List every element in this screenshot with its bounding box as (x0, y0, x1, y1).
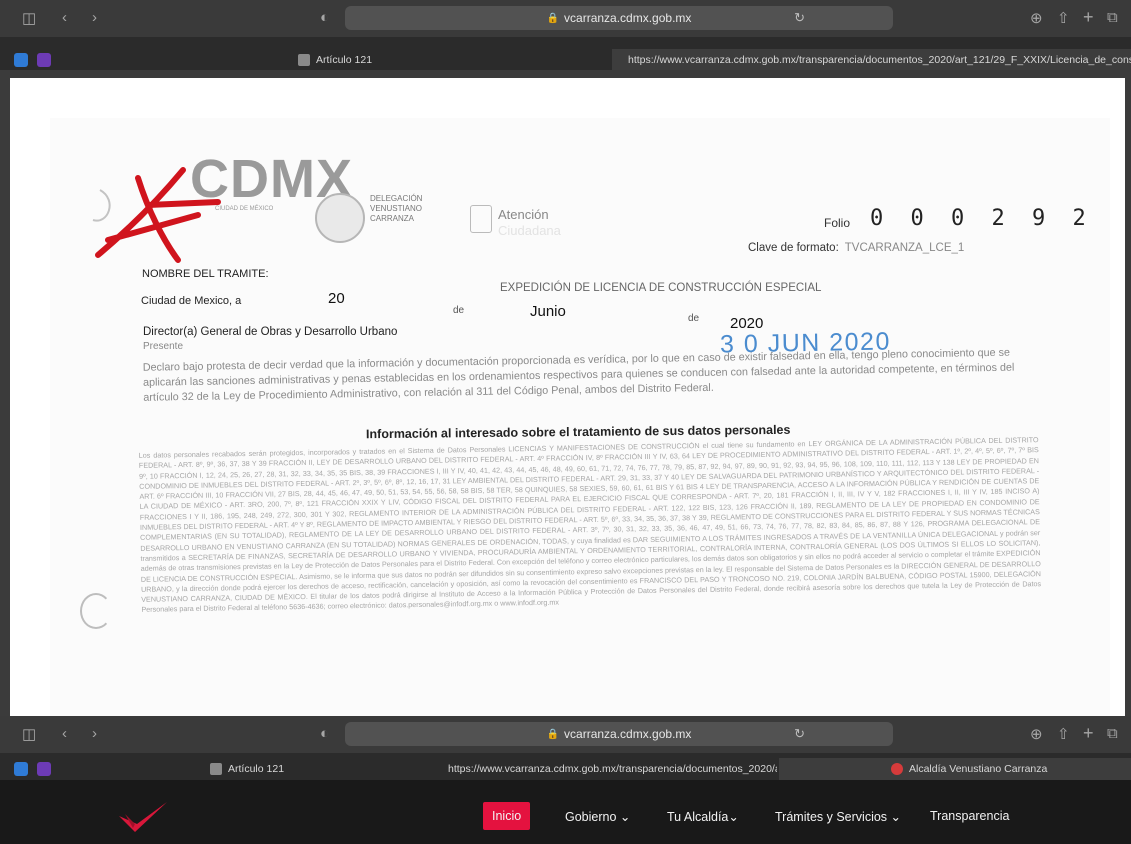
site-favicon-icon (891, 763, 903, 775)
tab-overview-icon[interactable]: ⧉ (1107, 9, 1118, 26)
date-de: de (453, 305, 465, 316)
sidebar-toggle-icon[interactable]: ◫ (22, 9, 36, 27)
nav-gobierno[interactable]: Gobierno ⌄ (565, 802, 630, 830)
privacy-shield-icon[interactable]: ◐ (320, 725, 329, 742)
page-favicon-icon (210, 763, 222, 775)
tab-label: Alcaldía Venustiano Carranza (909, 763, 1048, 775)
address-bar[interactable]: 🔒 vcarranza.cdmx.gob.mx ↻ (345, 6, 893, 30)
tab-articulo-121[interactable]: Artículo 121 (60, 758, 432, 780)
tramite-value: EXPEDICIÓN DE LICENCIA DE CONSTRUCCIÓN E… (500, 282, 822, 294)
tab-articulo-121[interactable]: Artículo 121 (60, 49, 610, 71)
back-icon[interactable]: ‹ (62, 725, 67, 742)
presente-text: Presente (143, 341, 184, 352)
ciudadana-text: Ciudadana (498, 223, 561, 238)
nav-inicio[interactable]: Inicio (483, 802, 531, 830)
clave-value: TVCARRANZA_LCE_1 (844, 242, 965, 254)
forward-icon[interactable]: › (92, 9, 97, 26)
back-icon[interactable]: ‹ (62, 9, 67, 26)
lock-icon: 🔒 (546, 728, 560, 740)
delegacion-seal-icon (315, 193, 365, 243)
date-month: Junio (530, 303, 566, 320)
clave-label: Clave de formato: (748, 242, 839, 254)
atencion-text: Atención (498, 207, 549, 222)
browser-toolbar-bottom: ◫ ‹ › ◐ 🔒 vcarranza.cdmx.gob.mx ↻ ⊕ ⇧ + … (0, 716, 1131, 753)
page-favicon-icon (298, 54, 310, 66)
new-tab-icon[interactable]: + (1083, 723, 1094, 744)
director-line: Director(a) General de Obras y Desarroll… (143, 326, 398, 338)
address-bar[interactable]: 🔒 vcarranza.cdmx.gob.mx ↻ (345, 722, 893, 746)
tab-label: https://www.vcarranza.cdmx.gob.mx/transp… (448, 763, 777, 775)
atencion-logo-icon (470, 205, 492, 233)
download-icon[interactable]: ⊕ (1030, 725, 1043, 743)
cdmx-logo-sub: CIUDAD DE MÉXICO (215, 206, 274, 212)
nav-transparencia[interactable]: Transparencia (930, 802, 1009, 830)
deleg-line: DELEGACIÓN (370, 194, 423, 203)
reload-icon[interactable]: ↻ (794, 726, 805, 742)
sidebar-toggle-icon[interactable]: ◫ (22, 725, 36, 743)
tab-bar-top: Artículo 121 https://www.vcarranza.cdmx.… (0, 49, 1131, 71)
browser-toolbar-top: ◫ ‹ › ◐ 🔒 vcarranza.cdmx.gob.mx ↻ ⊕ ⇧ + … (0, 0, 1131, 37)
new-tab-icon[interactable]: + (1083, 7, 1094, 28)
folio-label: Folio (824, 216, 851, 230)
lock-icon: 🔒 (546, 12, 560, 24)
pdf-viewer[interactable]: CDMX CIUDAD DE MÉXICO DELEGACIÓN VENUSTI… (0, 70, 1131, 724)
date-day: 20 (328, 290, 345, 307)
privacy-fine-print: Los datos personales recabados serán pro… (138, 435, 1042, 615)
tab-label: Artículo 121 (228, 763, 285, 775)
nav-tu-alcaldia[interactable]: Tu Alcaldía⌄ (667, 802, 739, 830)
reload-icon[interactable]: ↻ (794, 10, 805, 26)
date-de: de (688, 313, 700, 324)
tab-bar-bottom: Artículo 121 https://www.vcarranza.cdmx.… (0, 758, 1131, 780)
alcaldia-logo-icon[interactable] (115, 798, 171, 838)
pdf-page: CDMX CIUDAD DE MÉXICO DELEGACIÓN VENUSTI… (10, 78, 1125, 724)
privacy-shield-icon[interactable]: ◐ (320, 9, 329, 26)
tramite-label: NOMBRE DEL TRAMITE: (142, 268, 269, 280)
tab-pdf-document[interactable]: https://www.vcarranza.cdmx.gob.mx/transp… (432, 758, 777, 780)
forward-icon[interactable]: › (92, 725, 97, 742)
tab-overview-icon[interactable]: ⧉ (1107, 725, 1118, 742)
pinned-tab-mail-icon[interactable] (37, 762, 51, 776)
share-icon[interactable]: ⇧ (1057, 9, 1070, 27)
clave-formato: Clave de formato: TVCARRANZA_LCE_1 (748, 242, 964, 254)
deleg-line: CARRANZA (370, 214, 415, 223)
nav-tramites-servicios[interactable]: Trámites y Servicios ⌄ (775, 802, 901, 830)
download-icon[interactable]: ⊕ (1030, 9, 1043, 27)
tab-alcaldia[interactable]: Alcaldía Venustiano Carranza (779, 758, 1131, 780)
tab-label: https://www.vcarranza.cdmx.gob.mx/transp… (628, 54, 1131, 66)
scan-mark (80, 593, 112, 629)
share-icon[interactable]: ⇧ (1057, 725, 1070, 743)
ciudad-label: Ciudad de Mexico, a (141, 295, 242, 307)
deleg-line: VENUSTIANO (370, 204, 423, 213)
delegacion-name: DELEGACIÓN VENUSTIANO CARRANZA (370, 194, 422, 224)
folio-number: 0 0 0 2 9 2 (870, 206, 1093, 231)
pinned-tab-mail-icon[interactable] (37, 53, 51, 67)
pinned-tab-icon[interactable] (14, 53, 28, 67)
url-text: vcarranza.cdmx.gob.mx (564, 11, 692, 25)
pinned-tab-icon[interactable] (14, 762, 28, 776)
tab-label: Artículo 121 (316, 54, 373, 66)
tab-pdf-document[interactable]: https://www.vcarranza.cdmx.gob.mx/transp… (612, 49, 1131, 71)
url-text: vcarranza.cdmx.gob.mx (564, 727, 692, 741)
site-navigation: Inicio Gobierno ⌄ Tu Alcaldía⌄ Trámites … (0, 792, 1131, 844)
